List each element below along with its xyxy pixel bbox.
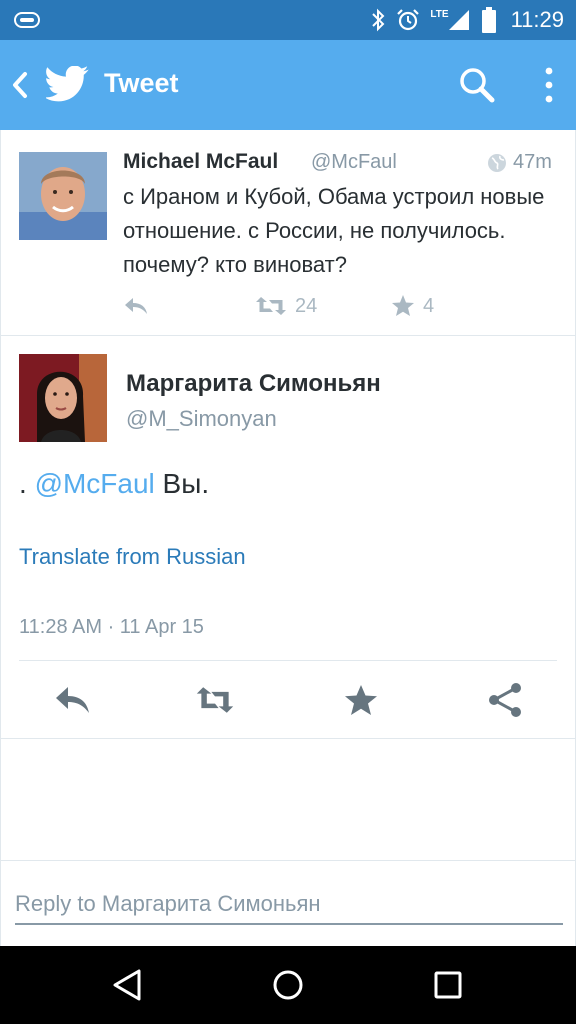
tweet-detail: Michael McFaul @McFaul 47m с Ираном и Ку…: [0, 130, 576, 946]
battery-icon: [481, 7, 496, 33]
globe-icon: [488, 154, 506, 172]
mention-link[interactable]: @McFaul: [35, 468, 155, 499]
recents-nav-icon[interactable]: [430, 967, 466, 1003]
twitter-logo-icon: [46, 66, 89, 102]
author-handle[interactable]: @M_Simonyan: [126, 406, 277, 432]
author-name[interactable]: Маргарита Симоньян: [126, 370, 381, 398]
system-navigation-bar: [0, 946, 576, 1024]
device-status-icon: [14, 12, 40, 28]
status-bar: LTE 11:29: [0, 0, 576, 40]
tweet-timestamp: 11:28 AM · 11 Apr 15: [19, 616, 204, 638]
share-icon[interactable]: [485, 682, 525, 718]
avatar-photo: [19, 152, 107, 240]
star-icon: [392, 295, 414, 316]
tweet-age: 47m: [513, 151, 552, 173]
retweet-icon: [256, 297, 286, 315]
retweet-count: 24: [295, 294, 318, 317]
divider: [19, 660, 557, 661]
divider: [1, 738, 575, 739]
home-nav-icon[interactable]: [270, 967, 306, 1003]
tweet-text-prefix: .: [19, 468, 35, 499]
author-name[interactable]: Michael McFaul: [123, 150, 278, 174]
reply-icon: [125, 298, 147, 314]
app-bar: Tweet: [0, 40, 576, 130]
reply-input[interactable]: [15, 885, 563, 925]
reply-composer: [1, 860, 575, 946]
parent-tweet[interactable]: Michael McFaul @McFaul 47m с Ираном и Ку…: [1, 130, 575, 336]
avatar[interactable]: [19, 152, 107, 240]
reply-action[interactable]: [123, 292, 149, 320]
signal-icon: [448, 10, 469, 30]
more-options-icon[interactable]: [536, 66, 562, 104]
tweet-text: . @McFaul Вы.: [19, 468, 209, 500]
page-title: Tweet: [104, 68, 179, 98]
tweet-text-suffix: Вы.: [154, 468, 210, 499]
avatar-photo: [19, 354, 107, 442]
back-icon[interactable]: [10, 70, 30, 100]
back-nav-icon[interactable]: [110, 967, 146, 1003]
avatar[interactable]: [19, 354, 107, 442]
search-icon[interactable]: [458, 66, 496, 104]
focused-tweet: Маргарита Симоньян @M_Simonyan . @McFaul…: [1, 336, 575, 740]
tweet-text: с Ираном и Кубой, Обама устроил новые от…: [123, 184, 545, 277]
network-type-label: LTE: [430, 8, 449, 20]
author-handle[interactable]: @McFaul: [311, 151, 397, 174]
retweet-icon[interactable]: [195, 682, 235, 718]
favorite-count: 4: [423, 294, 435, 317]
favorite-icon[interactable]: [341, 682, 381, 718]
retweet-action[interactable]: 24: [255, 292, 317, 320]
translate-link[interactable]: Translate from Russian: [19, 544, 246, 570]
alarm-icon: [397, 9, 420, 31]
favorite-action[interactable]: 4: [391, 292, 434, 320]
reply-icon[interactable]: [53, 682, 93, 718]
bluetooth-icon: [372, 8, 385, 32]
status-time: 11:29: [510, 7, 564, 32]
